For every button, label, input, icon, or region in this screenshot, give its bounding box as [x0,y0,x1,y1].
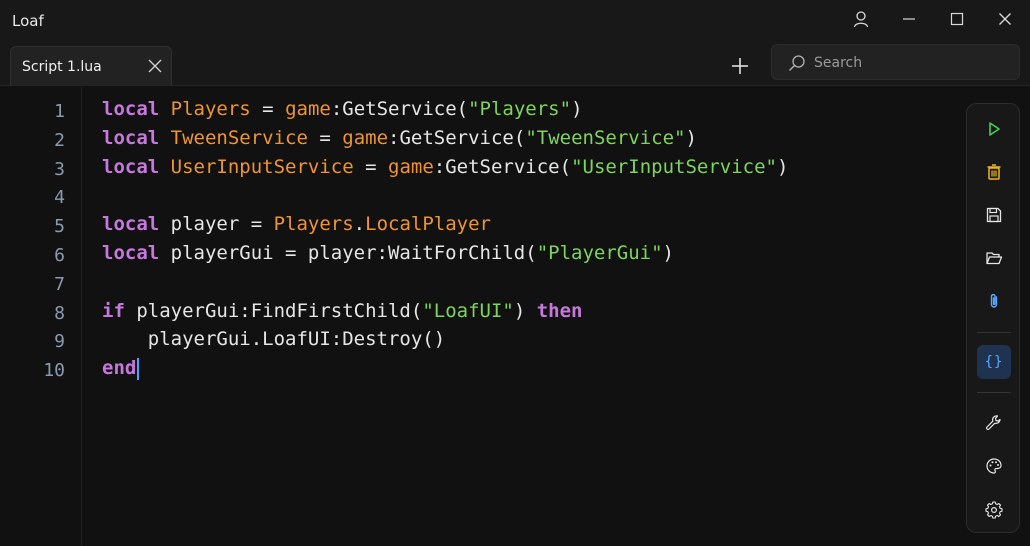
keyword-token: local [102,213,160,236]
line-number: 8 [54,302,65,324]
identifier-token: Players [273,213,354,236]
code-line[interactable]: local Players = game:GetService("Players… [102,95,583,123]
code-token: playerGui:FindFirstChild( [124,299,423,322]
code-token: = [307,126,343,149]
code-line[interactable]: if playerGui:FindFirstChild("LoafUI") th… [102,297,582,325]
code-token: :GetService( [433,155,572,178]
search-input[interactable]: Search [771,44,1020,80]
theme-button[interactable] [977,449,1011,483]
code-line[interactable]: playerGui.LoafUI:Destroy() [102,325,445,353]
code-token: = [250,98,286,120]
title-bar: Loaf [0,0,1030,40]
keyword-token: local [102,155,160,178]
code-token: ) [571,98,583,120]
save-button[interactable] [977,198,1011,232]
toolbar-divider [977,332,1011,333]
close-icon [999,13,1011,25]
search-placeholder: Search [814,55,863,71]
keyword-token: then [536,299,583,322]
braces-icon: {} [984,354,1004,370]
trash-icon [987,164,1001,180]
code-line[interactable]: local player = Players.LocalPlayer [102,210,491,238]
code-token: ) [513,299,537,322]
code-token: = [353,155,389,178]
tab-script-1[interactable]: Script 1.lua [10,46,172,86]
line-number: 10 [43,360,65,382]
text-cursor [137,357,139,380]
app-title: Loaf [12,12,44,30]
line-number: 5 [54,216,65,238]
line-number: 9 [54,331,65,353]
string-token: "UserInputService" [571,155,777,178]
line-number-gutter: 1 2 3 4 5 6 7 8 9 10 [0,87,82,546]
code-token: player = [159,213,274,236]
code-line[interactable]: local playerGui = player:WaitForChild("P… [102,239,674,267]
keyword-token: local [102,242,160,264]
line-number: 2 [54,129,65,151]
paperclip-icon [990,293,998,308]
code-token: playerGui.LoafUI:Destroy() [102,328,446,351]
code-token: . [353,213,366,236]
user-icon [853,11,869,28]
wrench-icon [986,415,1001,430]
line-number: 6 [54,245,65,266]
identifier-token: UserInputService [170,155,354,178]
code-line[interactable]: end [102,354,139,382]
code-line[interactable]: local UserInputService = game:GetService… [102,153,788,181]
code-token: :GetService( [388,126,526,149]
maximize-icon [950,12,964,26]
tools-button[interactable] [977,406,1011,440]
open-button[interactable] [977,241,1011,275]
identifier-token: LocalPlayer [365,213,491,236]
line-number: 1 [54,101,65,122]
identifier-token: TweenService [170,126,308,149]
minimize-icon [903,18,915,20]
code-line[interactable]: local TweenService = game:GetService("Tw… [102,124,697,152]
maximize-button[interactable] [934,4,980,34]
code-token: ) [662,242,674,264]
palette-icon [986,458,1002,474]
keyword-token: local [102,98,160,120]
identifier-token: Players [170,98,251,120]
code-token: ) [776,155,789,178]
string-token: "TweenService" [525,126,686,149]
format-button[interactable]: {} [977,345,1011,379]
folder-open-icon [986,252,1003,265]
gear-icon [985,501,1003,519]
line-number: 7 [54,273,65,295]
new-tab-icon[interactable] [728,54,752,78]
attach-button[interactable] [977,284,1011,318]
code-editor[interactable]: 1 2 3 4 5 6 7 8 9 10 local Players = game:GetServ… [0,87,962,546]
string-token: "PlayerGui" [536,242,663,264]
tab-label: Script 1.lua [22,59,102,75]
code-token: :GetService( [330,98,469,120]
account-button[interactable] [838,4,884,34]
settings-button[interactable] [977,493,1011,527]
keyword-token: local [102,126,160,149]
clear-button[interactable] [977,155,1011,189]
string-token: "LoafUI" [422,299,514,322]
save-icon [986,207,1002,223]
line-number: 3 [54,158,65,180]
toolbar-divider [977,392,1011,393]
code-token: playerGui = player:WaitForChild( [159,242,537,264]
code-token: ) [685,126,697,149]
close-tab-icon[interactable] [147,58,163,74]
line-number: 4 [54,187,65,209]
string-token: "Players" [468,98,572,120]
keyword-token: end [102,357,137,380]
run-button[interactable] [977,112,1011,146]
side-toolbar: {} [966,103,1020,533]
keyword-token: if [102,299,125,322]
identifier-token: game [388,155,434,178]
minimize-button[interactable] [886,4,932,34]
search-icon [789,55,805,71]
identifier-token: game [342,126,389,149]
close-window-button[interactable] [982,4,1028,34]
play-icon [989,122,1000,136]
identifier-token: game [285,98,331,120]
